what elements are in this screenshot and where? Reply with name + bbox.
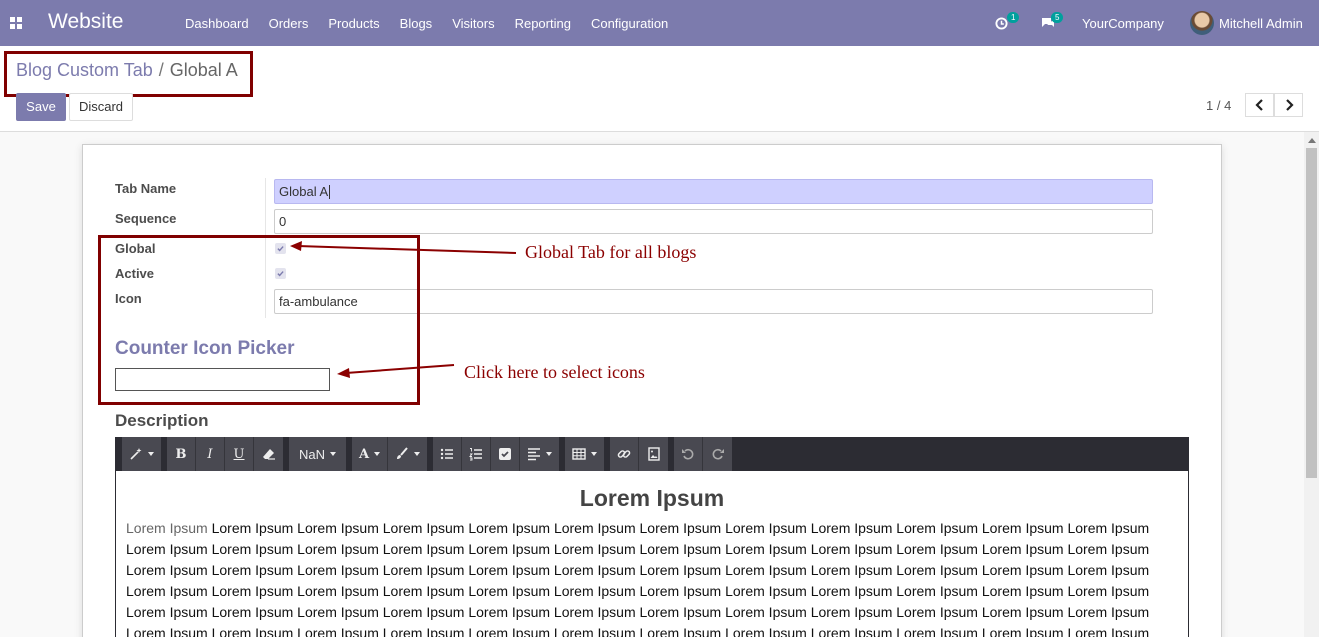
redo-button[interactable] xyxy=(703,437,733,471)
align-left-icon xyxy=(528,448,541,461)
link-button[interactable] xyxy=(610,437,640,471)
media-button[interactable] xyxy=(639,437,669,471)
unordered-list-button[interactable] xyxy=(433,437,463,471)
scrollbar-thumb[interactable] xyxy=(1306,148,1317,478)
paragraph-group xyxy=(433,437,560,471)
image-icon xyxy=(647,447,660,461)
font-size-dropdown[interactable]: NaN xyxy=(289,437,347,471)
description-editor[interactable]: Lorem Ipsum Lorem Ipsum Lorem Ipsum Lore… xyxy=(115,471,1189,637)
font-size-group: NaN xyxy=(289,437,347,471)
text-color-dropdown[interactable]: A xyxy=(352,437,389,471)
link-icon xyxy=(617,450,631,458)
underline-button[interactable]: U xyxy=(225,437,254,471)
undo-icon xyxy=(682,448,694,460)
bold-button[interactable]: B xyxy=(167,437,196,471)
font-size-value: NaN xyxy=(299,446,326,462)
history-group xyxy=(674,437,733,471)
font-group: B I U xyxy=(167,437,283,471)
editor-paragraph: Lorem Ipsum Lorem Ipsum Lorem Ipsum Lore… xyxy=(126,518,1166,637)
editor-first-words: Lorem Ipsum xyxy=(126,520,208,536)
insert-group xyxy=(610,437,669,471)
global-annotation: Global Tab for all blogs xyxy=(525,242,697,262)
highlight-color-dropdown[interactable] xyxy=(388,437,428,471)
style-group xyxy=(122,437,161,471)
list-numbered-icon xyxy=(469,448,483,461)
editor-body-text: Lorem Ipsum Lorem Ipsum Lorem Ipsum Lore… xyxy=(126,520,1150,637)
align-dropdown[interactable] xyxy=(520,437,560,471)
undo-button[interactable] xyxy=(674,437,704,471)
paint-brush-icon xyxy=(397,447,408,459)
ordered-list-button[interactable] xyxy=(462,437,492,471)
picker-annotation: Click here to select icons xyxy=(464,362,645,382)
remove-format-button[interactable] xyxy=(254,437,283,471)
magic-icon xyxy=(130,448,142,460)
page-scrollbar[interactable] xyxy=(1304,132,1319,637)
eraser-icon xyxy=(262,449,275,460)
description-label: Description xyxy=(115,411,209,430)
style-dropdown[interactable] xyxy=(122,437,161,471)
table-icon xyxy=(572,448,586,460)
table-group xyxy=(565,437,605,471)
table-dropdown[interactable] xyxy=(565,437,605,471)
editor-toolbar: B I U NaN A xyxy=(115,437,1189,471)
editor-heading: Lorem Ipsum xyxy=(579,485,725,511)
redo-icon xyxy=(712,448,724,460)
font-color-icon: A xyxy=(359,446,370,462)
checklist-button[interactable] xyxy=(491,437,521,471)
scroll-up-icon[interactable] xyxy=(1308,138,1316,143)
italic-button[interactable]: I xyxy=(196,437,225,471)
check-square-icon xyxy=(499,448,512,460)
color-group: A xyxy=(352,437,428,471)
list-bullet-icon xyxy=(440,448,454,460)
